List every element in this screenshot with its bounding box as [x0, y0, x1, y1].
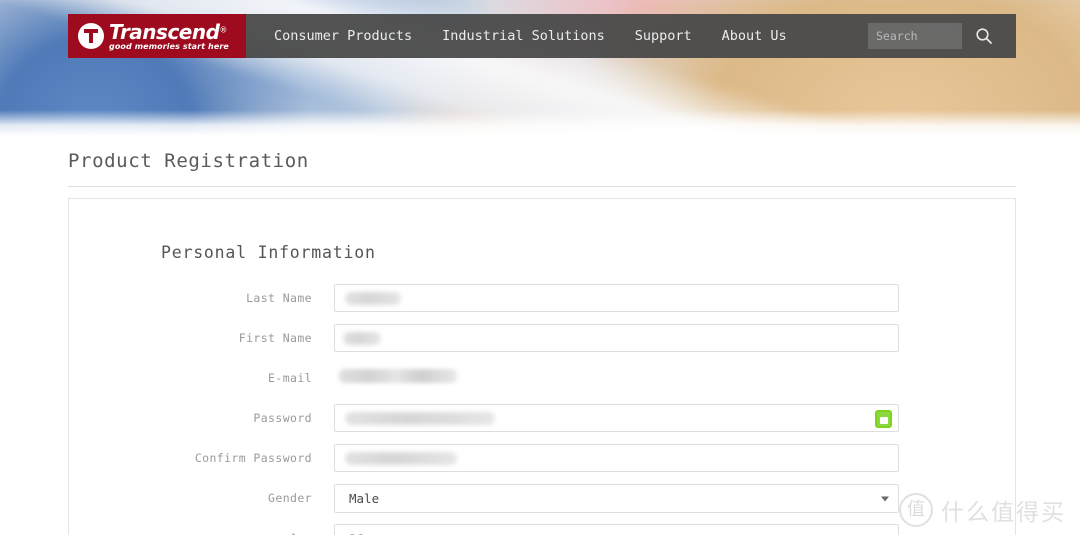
age-select[interactable]: 36 or more: [334, 524, 899, 535]
password-manager-icon[interactable]: [875, 410, 892, 428]
nav-item-industrial-solutions[interactable]: Industrial Solutions: [442, 28, 605, 44]
registered-mark-icon: ®: [219, 25, 228, 35]
label-confirm-password: Confirm Password: [194, 451, 312, 465]
field-row-password: Password: [69, 404, 1015, 432]
nav-item-support[interactable]: Support: [635, 28, 692, 44]
search-input[interactable]: [868, 23, 962, 49]
product-registration-page: Transcend® good memories start here Cons…: [0, 0, 1080, 535]
brand-name: Transcend: [109, 19, 220, 44]
field-row-confirm-password: Confirm Password: [69, 444, 1015, 472]
nav-item-consumer-products[interactable]: Consumer Products: [274, 28, 412, 44]
control-confirm-password: [334, 444, 899, 472]
brand-logo[interactable]: Transcend® good memories start here: [68, 14, 246, 58]
first-name-input[interactable]: [334, 324, 899, 352]
search-icon[interactable]: [974, 26, 994, 46]
redacted-value-password: [345, 412, 495, 425]
redacted-value-first-name: [343, 332, 381, 345]
control-email: [334, 364, 899, 392]
control-age: 36 or more: [334, 524, 899, 535]
gender-select[interactable]: Male: [334, 484, 899, 513]
label-last-name: Last Name: [246, 291, 312, 305]
label-email: E-mail: [268, 371, 312, 385]
primary-nav: Consumer Products Industrial Solutions S…: [246, 14, 868, 58]
brand-tagline: good memories start here: [109, 41, 229, 51]
chevron-down-icon: [881, 496, 889, 501]
control-last-name: [334, 284, 899, 312]
page-title-block: Product Registration: [68, 150, 1016, 187]
title-divider: [68, 186, 1016, 187]
label-gender: Gender: [268, 491, 312, 505]
hero-bottom-fade: [0, 110, 1080, 136]
redacted-value-email: [339, 369, 457, 383]
field-row-gender: Gender Male: [69, 484, 1015, 513]
label-password: Password: [253, 411, 312, 425]
registration-form-panel: Personal Information Last Name First Nam…: [68, 198, 1016, 535]
redacted-value-confirm-password: [345, 452, 457, 465]
page-title: Product Registration: [68, 150, 309, 172]
last-name-input[interactable]: [334, 284, 899, 312]
nav-item-about-us[interactable]: About Us: [722, 28, 787, 44]
field-row-last-name: Last Name: [69, 284, 1015, 312]
label-age: Age: [69, 531, 334, 535]
field-row-age: Age 36 or more: [69, 524, 1015, 535]
brand-logo-text: Transcend® good memories start here: [109, 22, 231, 51]
field-row-email: E-mail: [69, 364, 1015, 392]
redacted-value-last-name: [345, 292, 401, 305]
label-first-name: First Name: [238, 331, 312, 345]
site-navbar: Transcend® good memories start here Cons…: [68, 14, 1016, 58]
transcend-emblem-icon: [78, 23, 104, 49]
control-password: [334, 404, 899, 432]
field-row-first-name: First Name: [69, 324, 1015, 352]
nav-search-area: [868, 14, 1016, 58]
gender-selected-value: Male: [349, 491, 380, 506]
password-input[interactable]: [334, 404, 899, 432]
control-gender: Male: [334, 484, 899, 513]
control-first-name: [334, 324, 899, 352]
section-title-personal-information: Personal Information: [161, 243, 376, 262]
confirm-password-input[interactable]: [334, 444, 899, 472]
age-selected-value: 36 or more: [349, 531, 424, 535]
